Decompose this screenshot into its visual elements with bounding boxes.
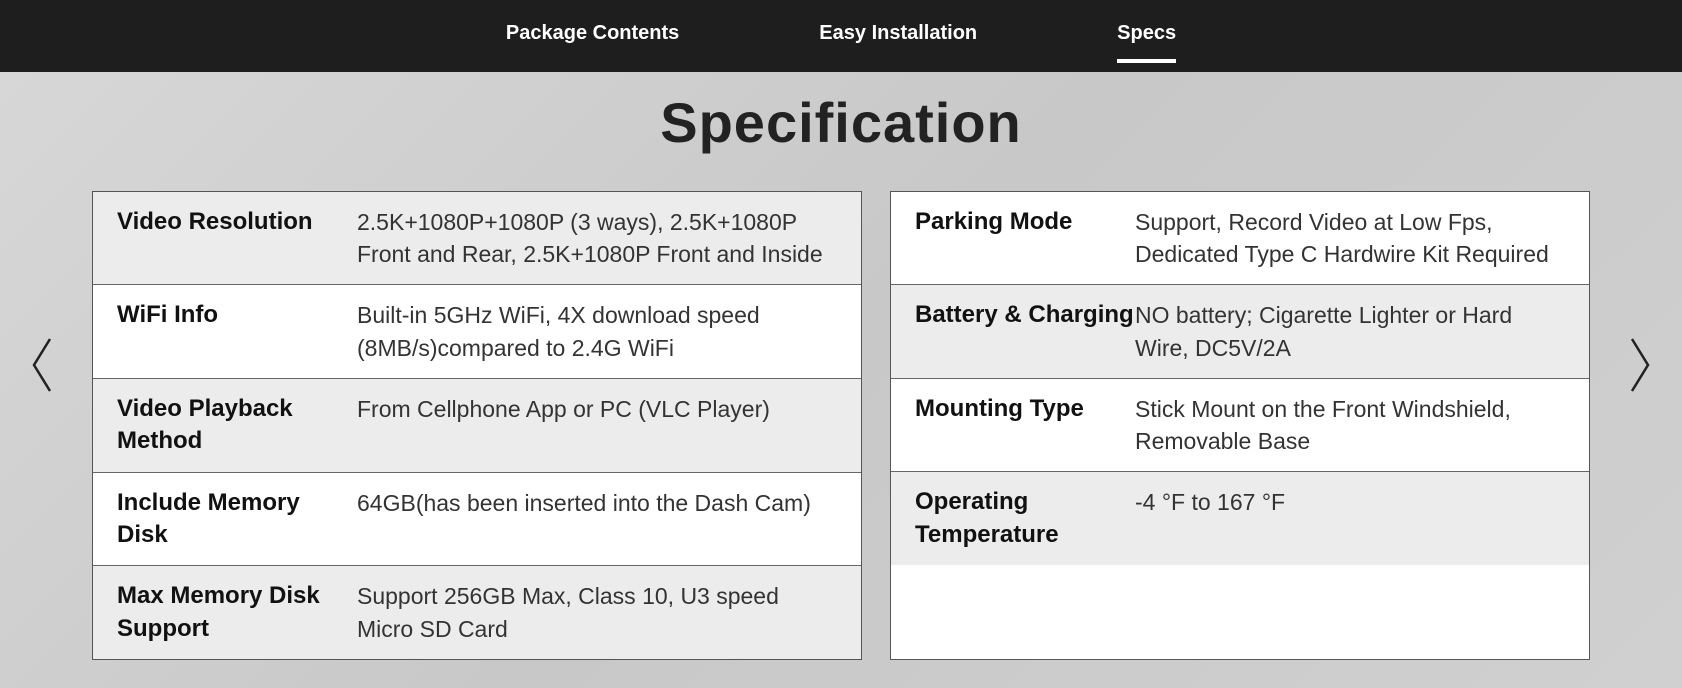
spec-label: Parking Mode (915, 206, 1135, 270)
table-row: Video Playback Method From Cellphone App… (93, 379, 861, 473)
spec-value: Support, Record Video at Low Fps, Dedica… (1135, 206, 1569, 270)
table-row: Mounting Type Stick Mount on the Front W… (891, 379, 1589, 472)
spec-label: Operating Temperature (915, 486, 1135, 551)
chevron-right-icon (1628, 335, 1654, 395)
spec-label: Max Memory Disk Support (117, 580, 357, 645)
spec-value: Built-in 5GHz WiFi, 4X download speed (8… (357, 299, 841, 363)
spec-label: Battery & Charging (915, 299, 1135, 363)
nav-package-contents[interactable]: Package Contents (506, 22, 679, 51)
navbar: Package Contents Easy Installation Specs (0, 0, 1682, 72)
table-row: Parking Mode Support, Record Video at Lo… (891, 192, 1589, 285)
spec-value: Stick Mount on the Front Windshield, Rem… (1135, 393, 1569, 457)
spec-label: Video Playback Method (117, 393, 357, 458)
spec-table-right: Parking Mode Support, Record Video at Lo… (890, 191, 1590, 660)
spec-value: From Cellphone App or PC (VLC Player) (357, 393, 841, 458)
page-title: Specification (0, 90, 1682, 155)
table-row: Operating Temperature -4 °F to 167 °F (891, 472, 1589, 565)
table-row: Max Memory Disk Support Support 256GB Ma… (93, 566, 861, 659)
spec-columns: Video Resolution 2.5K+1080P+1080P (3 way… (0, 191, 1682, 660)
spec-value: 64GB(has been inserted into the Dash Cam… (357, 487, 841, 552)
table-row: Video Resolution 2.5K+1080P+1080P (3 way… (93, 192, 861, 285)
carousel-next-button[interactable] (1628, 335, 1654, 404)
table-row: WiFi Info Built-in 5GHz WiFi, 4X downloa… (93, 285, 861, 378)
carousel-prev-button[interactable] (28, 335, 54, 404)
nav-easy-installation[interactable]: Easy Installation (819, 22, 977, 51)
spec-table-left: Video Resolution 2.5K+1080P+1080P (3 way… (92, 191, 862, 660)
spec-value: 2.5K+1080P+1080P (3 ways), 2.5K+1080P Fr… (357, 206, 841, 270)
spec-label: Video Resolution (117, 206, 357, 270)
spec-label: Mounting Type (915, 393, 1135, 457)
spec-value: NO battery; Cigarette Lighter or Hard Wi… (1135, 299, 1569, 363)
spec-value: -4 °F to 167 °F (1135, 486, 1569, 551)
table-row: Battery & Charging NO battery; Cigarette… (891, 285, 1589, 378)
spec-label: WiFi Info (117, 299, 357, 363)
chevron-left-icon (28, 335, 54, 395)
table-row: Include Memory Disk 64GB(has been insert… (93, 473, 861, 567)
spec-label: Include Memory Disk (117, 487, 357, 552)
spec-value: Support 256GB Max, Class 10, U3 speed Mi… (357, 580, 841, 645)
nav-specs[interactable]: Specs (1117, 22, 1176, 51)
